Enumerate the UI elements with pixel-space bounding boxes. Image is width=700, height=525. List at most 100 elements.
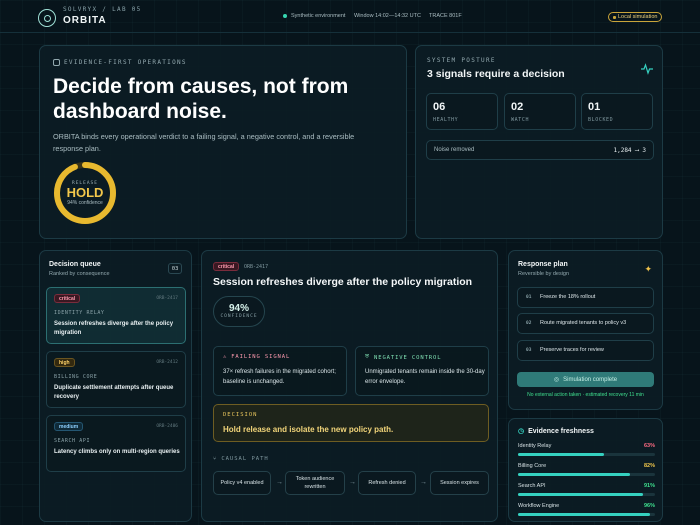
queue-item-orb-2417[interactable]: critical ORB-2417 IDENTITY RELAY Session… [46,287,186,344]
negative-control-card: ⛨ NEGATIVE CONTROL Unmigrated tenants re… [355,346,489,396]
freshness-bar [518,493,655,496]
incident-title: Session refreshes diverge after the poli… [213,276,473,288]
negative-control-text: Unmigrated tenants remain inside the 30-… [365,369,485,385]
plan-step[interactable]: 02 Route migrated tenants to policy v3 [517,313,654,334]
branch-icon: ⑂ [213,456,218,462]
severity-badge: high [54,358,75,367]
freshness-percent: 82% [643,463,655,469]
stat-value: 02 [511,101,524,113]
arrow-right-icon: → [420,479,427,486]
decision-card: DECISION Hold release and isolate the ne… [213,404,489,442]
stat-label: WATCH [511,117,530,123]
freshness-label: Search API [518,483,546,489]
queue-item-orb-2406[interactable]: medium ORB-2406 SEARCH API Latency climb… [46,415,186,472]
freshness-title: Evidence freshness [528,427,594,435]
arrow-right-icon: → [349,479,356,486]
freshness-label: Billing Core [518,463,547,469]
top-bar: SOLVRYX / LAB 05 ORBITA Synthetic enviro… [0,0,700,33]
environment-indicator: Synthetic environment [283,13,345,19]
failing-signal-text: 37× refresh failures in the migrated coh… [223,369,336,385]
pulse-icon [641,63,653,75]
causal-node[interactable]: Refresh denied [358,471,416,495]
local-simulation-badge[interactable]: Local simulation [608,12,663,22]
stat-blocked[interactable]: 01 BLOCKED [581,93,653,130]
step-text: Freeze the 18% rollout [540,294,596,300]
noise-value: 1,284 ⟶ 3 [613,147,646,154]
ticket-id: ORB-2417 [156,296,178,301]
step-text: Preserve traces for review [540,347,604,353]
confidence-label: CONFIDENCE [220,314,258,319]
freshness-bar [518,473,655,476]
hero-kicker: EVIDENCE-FIRST OPERATIONS [53,59,187,66]
hero-description: ORBITA binds every operational verdict t… [53,132,355,153]
release-status: HOLD [66,184,104,200]
status-dot-icon [283,14,287,18]
freshness-fill [518,453,605,456]
freshness-bar [518,513,655,516]
failing-signal-label: FAILING SIGNAL [231,354,291,360]
causal-node[interactable]: Token audience rewritten [285,471,345,495]
arrow-right-icon: → [276,479,283,486]
ticket-id: ORB-2412 [156,360,178,365]
simulation-note: No external action taken · estimated rec… [527,392,644,398]
simulation-complete-button[interactable]: ◎ Simulation complete [517,372,654,387]
queue-item-orb-2412[interactable]: high ORB-2412 BILLING CORE Duplicate set… [46,351,186,408]
simulation-label: Local simulation [618,14,658,20]
plan-title: Response plan [518,261,568,268]
posture-kicker: SYSTEM POSTURE [427,57,496,64]
hero-panel: EVIDENCE-FIRST OPERATIONS Decide from ca… [39,45,407,239]
freshness-heading: ◷ Evidence freshness [518,427,594,436]
clock-icon: ◷ [518,428,525,435]
shield-check-icon: ⛨ [365,354,371,360]
system-posture-panel: SYSTEM POSTURE 3 signals require a decis… [415,45,663,239]
decision-heading: DECISION [223,412,258,418]
freshness-percent: 91% [643,483,655,489]
issue-summary: Duplicate settlement attempts after queu… [54,385,174,400]
causal-path-heading: ⑂ CAUSAL PATH [213,456,269,462]
warning-icon: ⚠ [223,354,228,360]
time-window: Window 14:02—14:32 UTC [354,13,421,19]
hero-kicker-label: EVIDENCE-FIRST OPERATIONS [64,59,187,66]
stat-healthy[interactable]: 06 HEALTHY [426,93,498,130]
step-text: Route migrated tenants to policy v3 [540,320,627,326]
issue-summary: Session refreshes diverge after the poli… [54,321,174,336]
causal-node[interactable]: Session expires [430,471,489,495]
plan-step[interactable]: 03 Preserve traces for review [517,340,654,361]
freshness-bar [518,453,655,456]
severity-badge: medium [54,422,84,431]
noise-removed-row: Noise removed 1,284 ⟶ 3 [426,140,654,160]
service-name: SEARCH API [54,438,91,444]
evidence-freshness-panel: ◷ Evidence freshness Identity Relay 63% … [508,418,663,522]
sparkle-icon: ✦ [644,264,652,274]
stat-value: 01 [588,101,601,113]
failing-signal-card: ⚠ FAILING SIGNAL 37× refresh failures in… [213,346,347,396]
gauge-confidence: 94% confidence [67,199,103,206]
ticket-id: ORB-2417 [244,264,269,270]
noise-label: Noise removed [434,147,475,153]
check-circle-icon: ◎ [553,377,560,383]
confidence-box: 94% CONFIDENCE [213,296,265,327]
freshness-fill [518,513,650,516]
causal-node[interactable]: Policy v4 enabled [213,471,271,495]
evidence-icon [53,59,60,66]
negative-control-label: NEGATIVE CONTROL [374,354,442,361]
freshness-percent: 63% [643,443,655,449]
incident-detail-panel: critical ORB-2417 Session refreshes dive… [201,250,498,522]
plan-subtitle: Reversible by design [518,271,570,277]
stat-watch[interactable]: 02 WATCH [504,93,576,130]
response-plan-panel: Response plan Reversible by design ✦ 01 … [508,250,663,410]
queue-subtitle: Ranked by consequence [49,271,110,277]
environment-label: Synthetic environment [291,13,346,19]
plan-step[interactable]: 01 Freeze the 18% rollout [517,287,654,308]
freshness-percent: 96% [643,503,655,509]
step-number: 02 [526,321,532,326]
hero-title: Decide from causes, not from dashboard n… [53,75,349,123]
issue-summary: Latency climbs only on multi-region quer… [54,449,180,455]
queue-title: Decision queue [49,261,101,268]
step-number: 03 [526,348,532,353]
severity-badge: critical [213,262,240,271]
freshness-fill [518,493,643,496]
failing-signal-heading: ⚠ FAILING SIGNAL [223,354,290,360]
stat-label: BLOCKED [588,117,614,123]
severity-badge: critical [54,294,81,303]
